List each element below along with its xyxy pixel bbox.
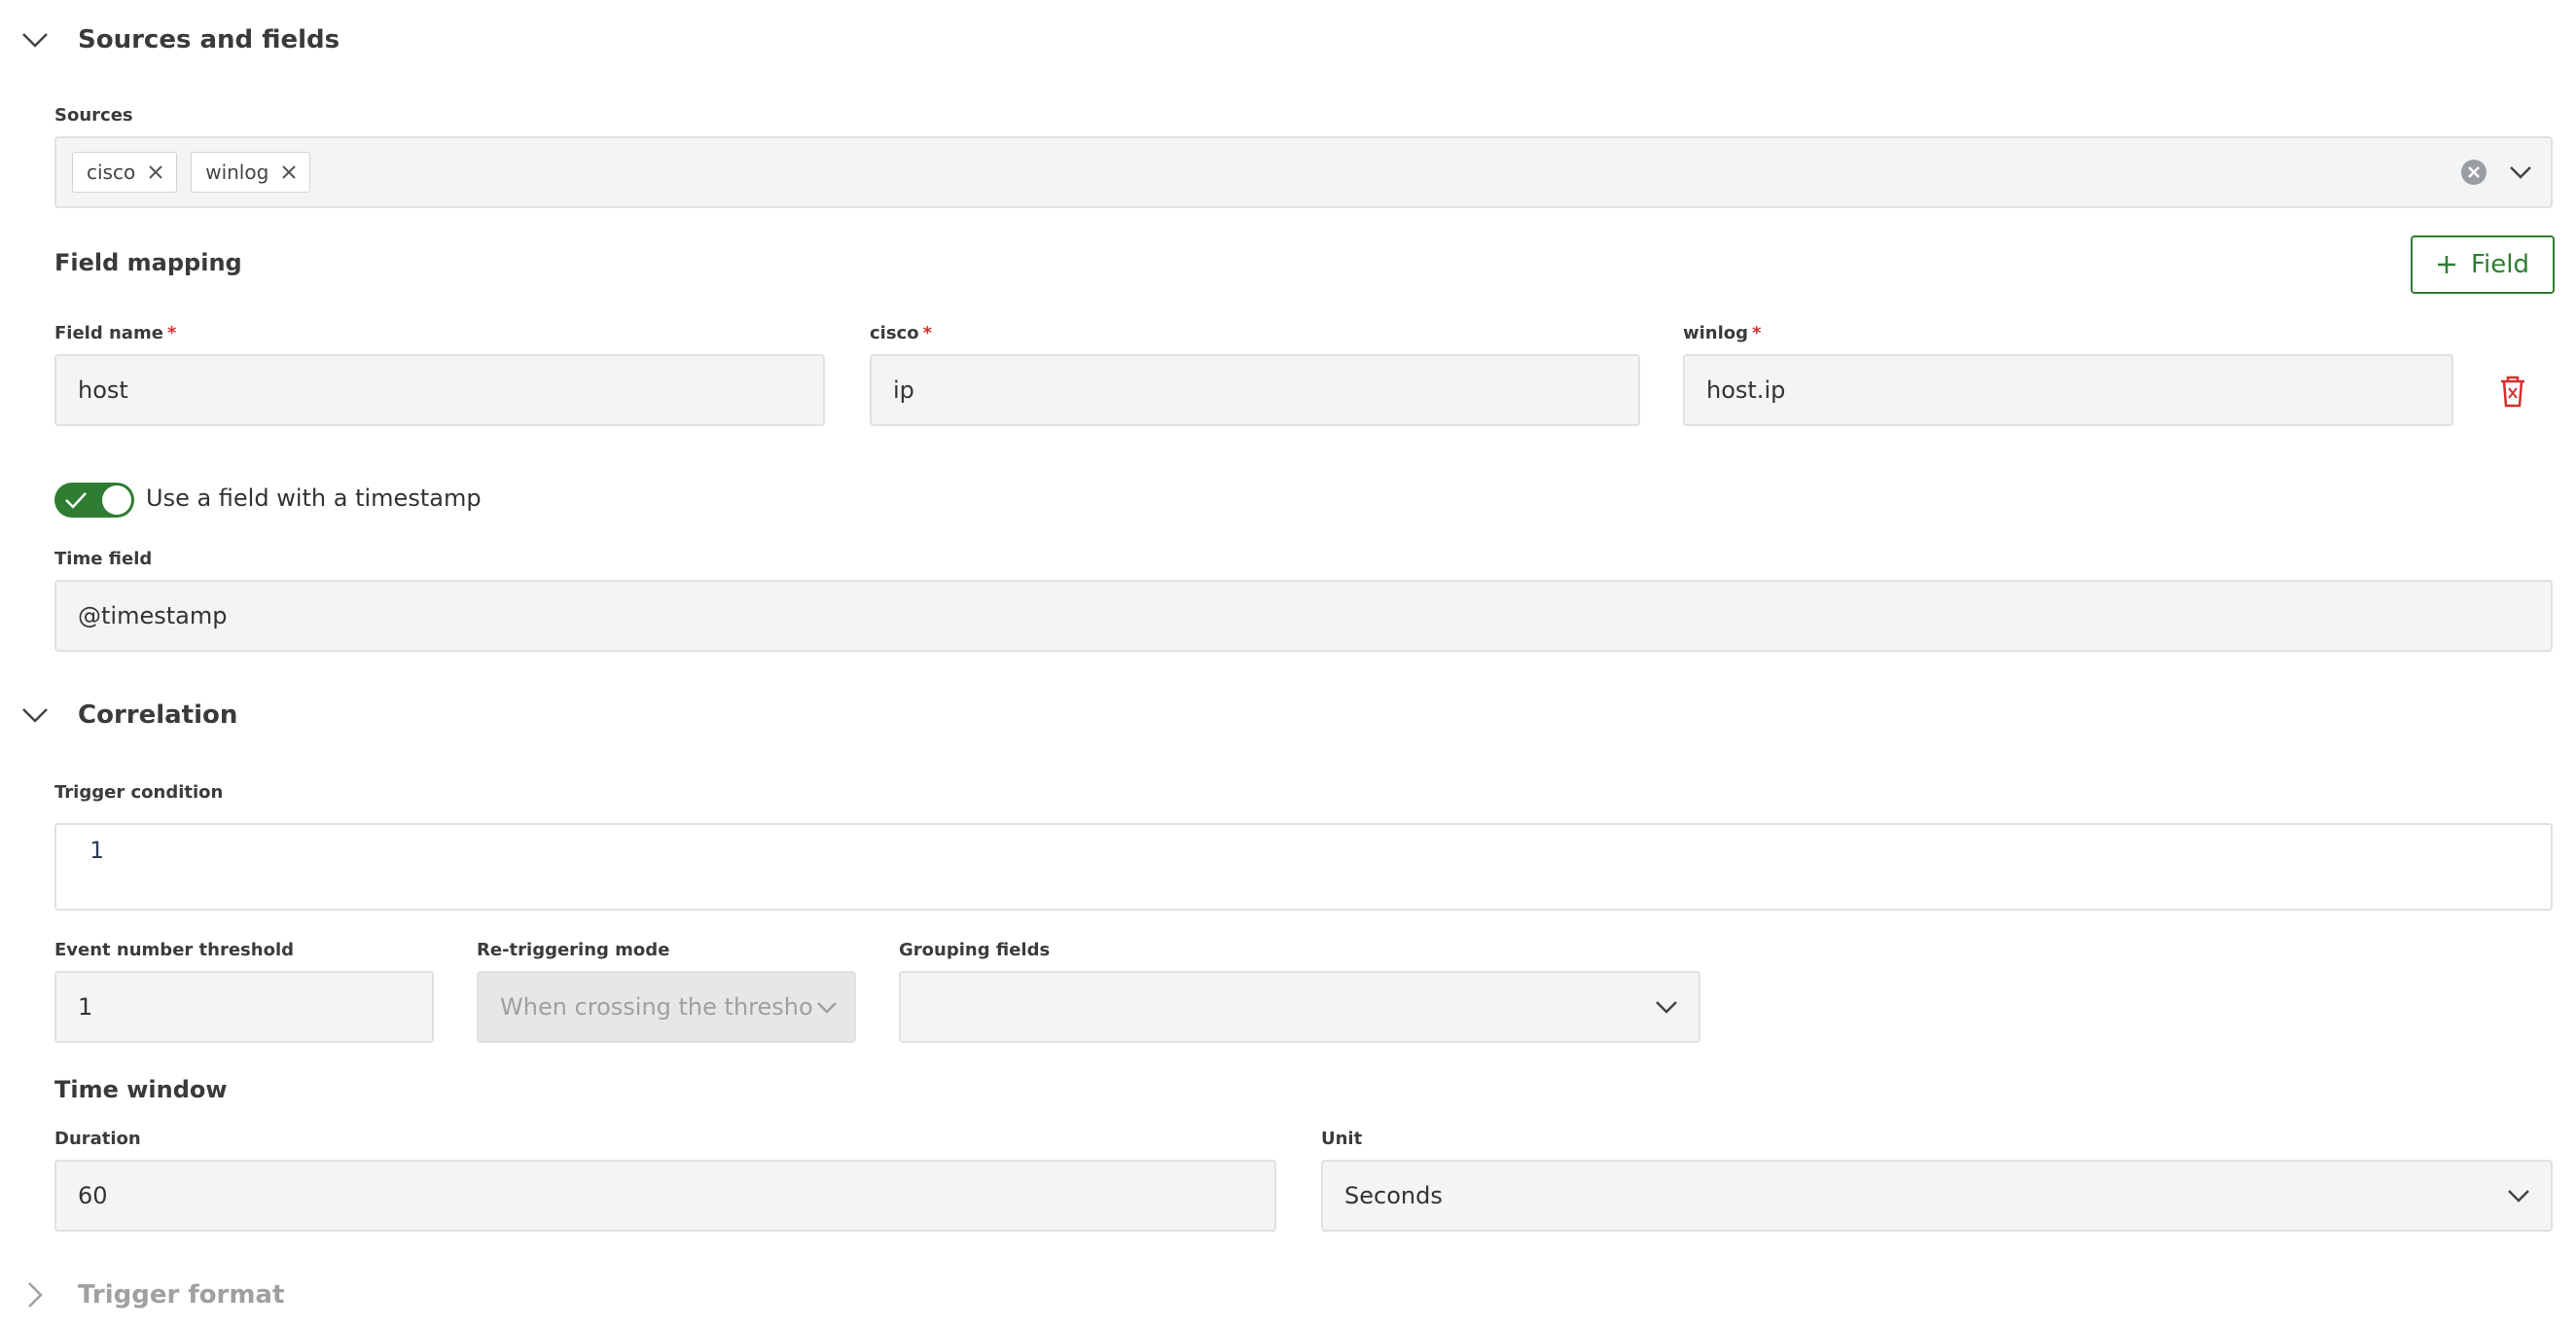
unit-value: Seconds [1344, 1182, 1443, 1209]
section-header-correlation[interactable]: Correlation [18, 691, 237, 739]
chevron-down-icon[interactable] [2506, 158, 2535, 187]
winlog-field-input[interactable]: host.ip [1683, 354, 2453, 426]
duration-input[interactable]: 60 [54, 1160, 1276, 1232]
duration-label: Duration [54, 1129, 141, 1149]
chevron-down-icon [1656, 1001, 1677, 1014]
chip-label: cisco [87, 161, 136, 184]
trigger-condition-editor[interactable]: 1 [54, 823, 2553, 911]
field-name-input[interactable]: host [54, 354, 825, 426]
chevron-down-icon [817, 1002, 837, 1014]
section-title: Trigger format [78, 1280, 285, 1310]
event-threshold-input[interactable]: 1 [54, 971, 434, 1043]
sources-multiselect[interactable]: cisco winlog [54, 136, 2553, 208]
trigger-condition-label: Trigger condition [54, 782, 224, 803]
chevron-down-icon [22, 708, 48, 723]
grouping-fields-select[interactable] [899, 971, 1700, 1043]
plus-icon [2437, 256, 2455, 273]
winlog-field-label: winlog * [1683, 323, 1762, 343]
source-chip-cisco: cisco [72, 152, 178, 193]
time-field-input[interactable]: @timestamp [54, 580, 2553, 652]
close-icon[interactable] [280, 163, 298, 181]
clear-all-icon[interactable] [2459, 158, 2488, 187]
chevron-right-icon [28, 1282, 43, 1308]
time-field-label: Time field [54, 549, 153, 569]
section-header-sources[interactable]: Sources and fields [18, 16, 340, 64]
retrigger-mode-label: Re-triggering mode [477, 940, 670, 960]
unit-label: Unit [1321, 1129, 1363, 1149]
retrigger-mode-value: When crossing the threshold [500, 993, 813, 1021]
field-name-label: Field name * [54, 323, 177, 343]
check-icon [65, 492, 87, 509]
chip-label: winlog [205, 161, 269, 184]
cisco-field-label: cisco * [870, 323, 933, 343]
required-mark: * [166, 323, 177, 343]
chevron-down-icon [2508, 1190, 2529, 1203]
section-header-trigger-format[interactable]: Trigger format [18, 1271, 284, 1319]
chevron-down-icon [22, 33, 48, 48]
toggle-knob [102, 485, 131, 515]
cisco-field-input[interactable]: ip [870, 354, 1640, 426]
event-threshold-label: Event number threshold [54, 940, 294, 960]
add-field-label: Field [2470, 250, 2529, 279]
timestamp-toggle-label: Use a field with a timestamp [146, 485, 482, 512]
source-chip-winlog: winlog [191, 152, 311, 193]
add-field-button[interactable]: Field [2411, 235, 2555, 294]
timestamp-toggle[interactable] [54, 483, 134, 518]
unit-select[interactable]: Seconds [1321, 1160, 2553, 1232]
required-mark: * [1752, 323, 1762, 343]
retrigger-mode-select[interactable]: When crossing the threshold [477, 971, 856, 1043]
time-window-title: Time window [54, 1076, 228, 1103]
section-title: Correlation [78, 700, 238, 730]
grouping-fields-label: Grouping fields [899, 940, 1051, 960]
required-mark: * [922, 323, 933, 343]
sources-label: Sources [54, 105, 133, 126]
trash-icon[interactable] [2496, 374, 2529, 409]
close-icon[interactable] [147, 163, 164, 181]
field-mapping-title: Field mapping [54, 249, 242, 276]
section-title: Sources and fields [78, 25, 340, 54]
code-line-number: 1 [89, 837, 104, 864]
